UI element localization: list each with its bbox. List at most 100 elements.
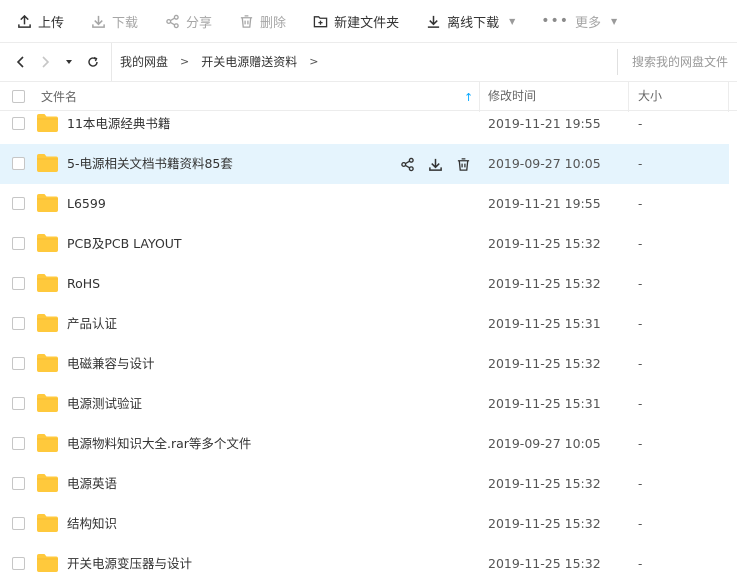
row-checkbox[interactable] bbox=[12, 357, 25, 370]
row-checkbox[interactable] bbox=[12, 317, 25, 330]
file-name[interactable]: 开关电源变压器与设计 bbox=[67, 544, 192, 573]
breadcrumb-separator-icon: > bbox=[309, 55, 319, 68]
new-folder-button[interactable]: 新建文件夹 bbox=[312, 0, 399, 42]
delete-button[interactable]: 删除 bbox=[238, 0, 286, 42]
file-row[interactable]: RoHS 2019-11-25 15:32 - bbox=[0, 264, 729, 304]
file-size: - bbox=[638, 397, 643, 411]
file-mtime: 2019-11-25 15:31 bbox=[488, 396, 601, 411]
file-row[interactable]: 产品认证 2019-11-25 15:31 - bbox=[0, 304, 729, 344]
file-row[interactable]: 11本电源经典书籍 2019-11-21 19:55 - bbox=[0, 104, 729, 144]
upload-icon bbox=[16, 13, 32, 29]
row-checkbox[interactable] bbox=[12, 397, 25, 410]
file-mtime: 2019-09-27 10:05 bbox=[488, 436, 601, 451]
history-dropdown[interactable] bbox=[57, 43, 81, 81]
file-mtime: 2019-11-25 15:32 bbox=[488, 276, 601, 291]
more-label: 更多 bbox=[575, 15, 602, 31]
trash-icon[interactable] bbox=[455, 156, 471, 172]
file-size: - bbox=[638, 437, 643, 451]
file-mtime: 2019-11-25 15:32 bbox=[488, 236, 601, 251]
forward-arrow-icon bbox=[42, 55, 50, 68]
file-size: - bbox=[638, 357, 643, 371]
delete-label: 删除 bbox=[260, 15, 287, 31]
back-button[interactable] bbox=[9, 43, 33, 81]
file-mtime: 2019-11-25 15:31 bbox=[488, 316, 601, 331]
search-box bbox=[617, 49, 737, 75]
file-name[interactable]: RoHS bbox=[67, 264, 100, 304]
file-name[interactable]: L6599 bbox=[67, 184, 106, 224]
row-checkbox[interactable] bbox=[12, 437, 25, 450]
file-row[interactable]: 开关电源变压器与设计 2019-11-25 15:32 - bbox=[0, 544, 729, 573]
file-mtime: 2019-11-25 15:32 bbox=[488, 556, 601, 571]
row-checkbox[interactable] bbox=[12, 117, 25, 130]
download-icon[interactable] bbox=[427, 156, 443, 172]
folder-icon bbox=[37, 114, 58, 132]
file-list: 11本电源经典书籍 2019-11-21 19:55 - 5-电源相关文档书籍资… bbox=[0, 104, 737, 573]
file-size: - bbox=[638, 557, 643, 571]
sort-ascending-icon[interactable]: ↑ bbox=[464, 91, 473, 104]
back-arrow-icon bbox=[16, 55, 24, 68]
refresh-icon bbox=[88, 56, 98, 67]
file-row[interactable]: 5-电源相关文档书籍资料85套 2019-09-27 10:05 - bbox=[0, 144, 729, 184]
share-icon[interactable] bbox=[399, 156, 415, 172]
row-checkbox[interactable] bbox=[12, 197, 25, 210]
file-row[interactable]: 结构知识 2019-11-25 15:32 - bbox=[0, 504, 729, 544]
folder-icon bbox=[37, 194, 58, 212]
file-name[interactable]: 电源测试验证 bbox=[67, 384, 142, 424]
file-row[interactable]: 电磁兼容与设计 2019-11-25 15:32 - bbox=[0, 344, 729, 384]
folder-icon bbox=[37, 514, 58, 532]
new-folder-icon bbox=[312, 13, 328, 29]
more-dots-icon: ••• bbox=[541, 13, 570, 29]
breadcrumb: 我的网盘 > 开关电源赠送资料 > bbox=[111, 42, 330, 81]
file-row[interactable]: 电源英语 2019-11-25 15:32 - bbox=[0, 464, 729, 504]
search-input[interactable] bbox=[632, 55, 737, 69]
refresh-button[interactable] bbox=[81, 43, 105, 81]
offline-download-button[interactable]: 离线下载 ▼ bbox=[425, 0, 515, 42]
file-row[interactable]: 电源测试验证 2019-11-25 15:31 - bbox=[0, 384, 729, 424]
file-name[interactable]: 电源英语 bbox=[67, 464, 117, 504]
share-icon bbox=[164, 13, 180, 29]
forward-button[interactable] bbox=[33, 43, 57, 81]
row-checkbox[interactable] bbox=[12, 557, 25, 570]
chevron-down-icon: ▼ bbox=[611, 16, 618, 26]
breadcrumb-item-current[interactable]: 开关电源赠送资料 bbox=[201, 53, 297, 70]
row-checkbox[interactable] bbox=[12, 517, 25, 530]
file-row[interactable]: PCB及PCB LAYOUT 2019-11-25 15:32 - bbox=[0, 224, 729, 264]
folder-icon bbox=[37, 434, 58, 452]
file-row[interactable]: L6599 2019-11-21 19:55 - bbox=[0, 184, 729, 224]
file-size: - bbox=[638, 157, 643, 171]
row-checkbox[interactable] bbox=[12, 477, 25, 490]
chevron-down-icon: ▼ bbox=[509, 16, 516, 26]
file-name[interactable]: 结构知识 bbox=[67, 504, 117, 544]
file-size: - bbox=[638, 237, 643, 251]
row-checkbox[interactable] bbox=[12, 277, 25, 290]
download-button[interactable]: 下载 bbox=[90, 0, 138, 42]
upload-button[interactable]: 上传 bbox=[16, 0, 64, 42]
share-label: 分享 bbox=[186, 15, 213, 31]
file-mtime: 2019-11-21 19:55 bbox=[488, 196, 601, 211]
navigation-bar: 我的网盘 > 开关电源赠送资料 > bbox=[0, 42, 737, 81]
trash-icon bbox=[238, 13, 254, 29]
file-size: - bbox=[638, 117, 643, 131]
file-size: - bbox=[638, 517, 643, 531]
vertical-scrollbar[interactable] bbox=[729, 111, 737, 573]
file-name[interactable]: 5-电源相关文档书籍资料85套 bbox=[67, 144, 233, 184]
row-checkbox[interactable] bbox=[12, 237, 25, 250]
folder-icon bbox=[37, 274, 58, 292]
folder-icon bbox=[37, 234, 58, 252]
file-name[interactable]: 产品认证 bbox=[67, 304, 117, 344]
offline-download-label: 离线下载 bbox=[447, 15, 500, 31]
folder-icon bbox=[37, 354, 58, 372]
row-checkbox[interactable] bbox=[12, 157, 25, 170]
download-icon bbox=[90, 13, 106, 29]
new-folder-label: 新建文件夹 bbox=[334, 15, 400, 31]
select-all-checkbox[interactable] bbox=[12, 90, 25, 103]
file-name[interactable]: 电源物料知识大全.rar等多个文件 bbox=[67, 424, 251, 464]
more-button[interactable]: ••• 更多 ▼ bbox=[541, 0, 617, 42]
share-button[interactable]: 分享 bbox=[164, 0, 212, 42]
file-name[interactable]: 11本电源经典书籍 bbox=[67, 104, 170, 144]
breadcrumb-item-root[interactable]: 我的网盘 bbox=[120, 53, 168, 70]
file-name[interactable]: 电磁兼容与设计 bbox=[67, 344, 155, 384]
file-row[interactable]: 电源物料知识大全.rar等多个文件 2019-09-27 10:05 - bbox=[0, 424, 729, 464]
file-name[interactable]: PCB及PCB LAYOUT bbox=[67, 224, 182, 264]
row-actions bbox=[399, 156, 483, 172]
